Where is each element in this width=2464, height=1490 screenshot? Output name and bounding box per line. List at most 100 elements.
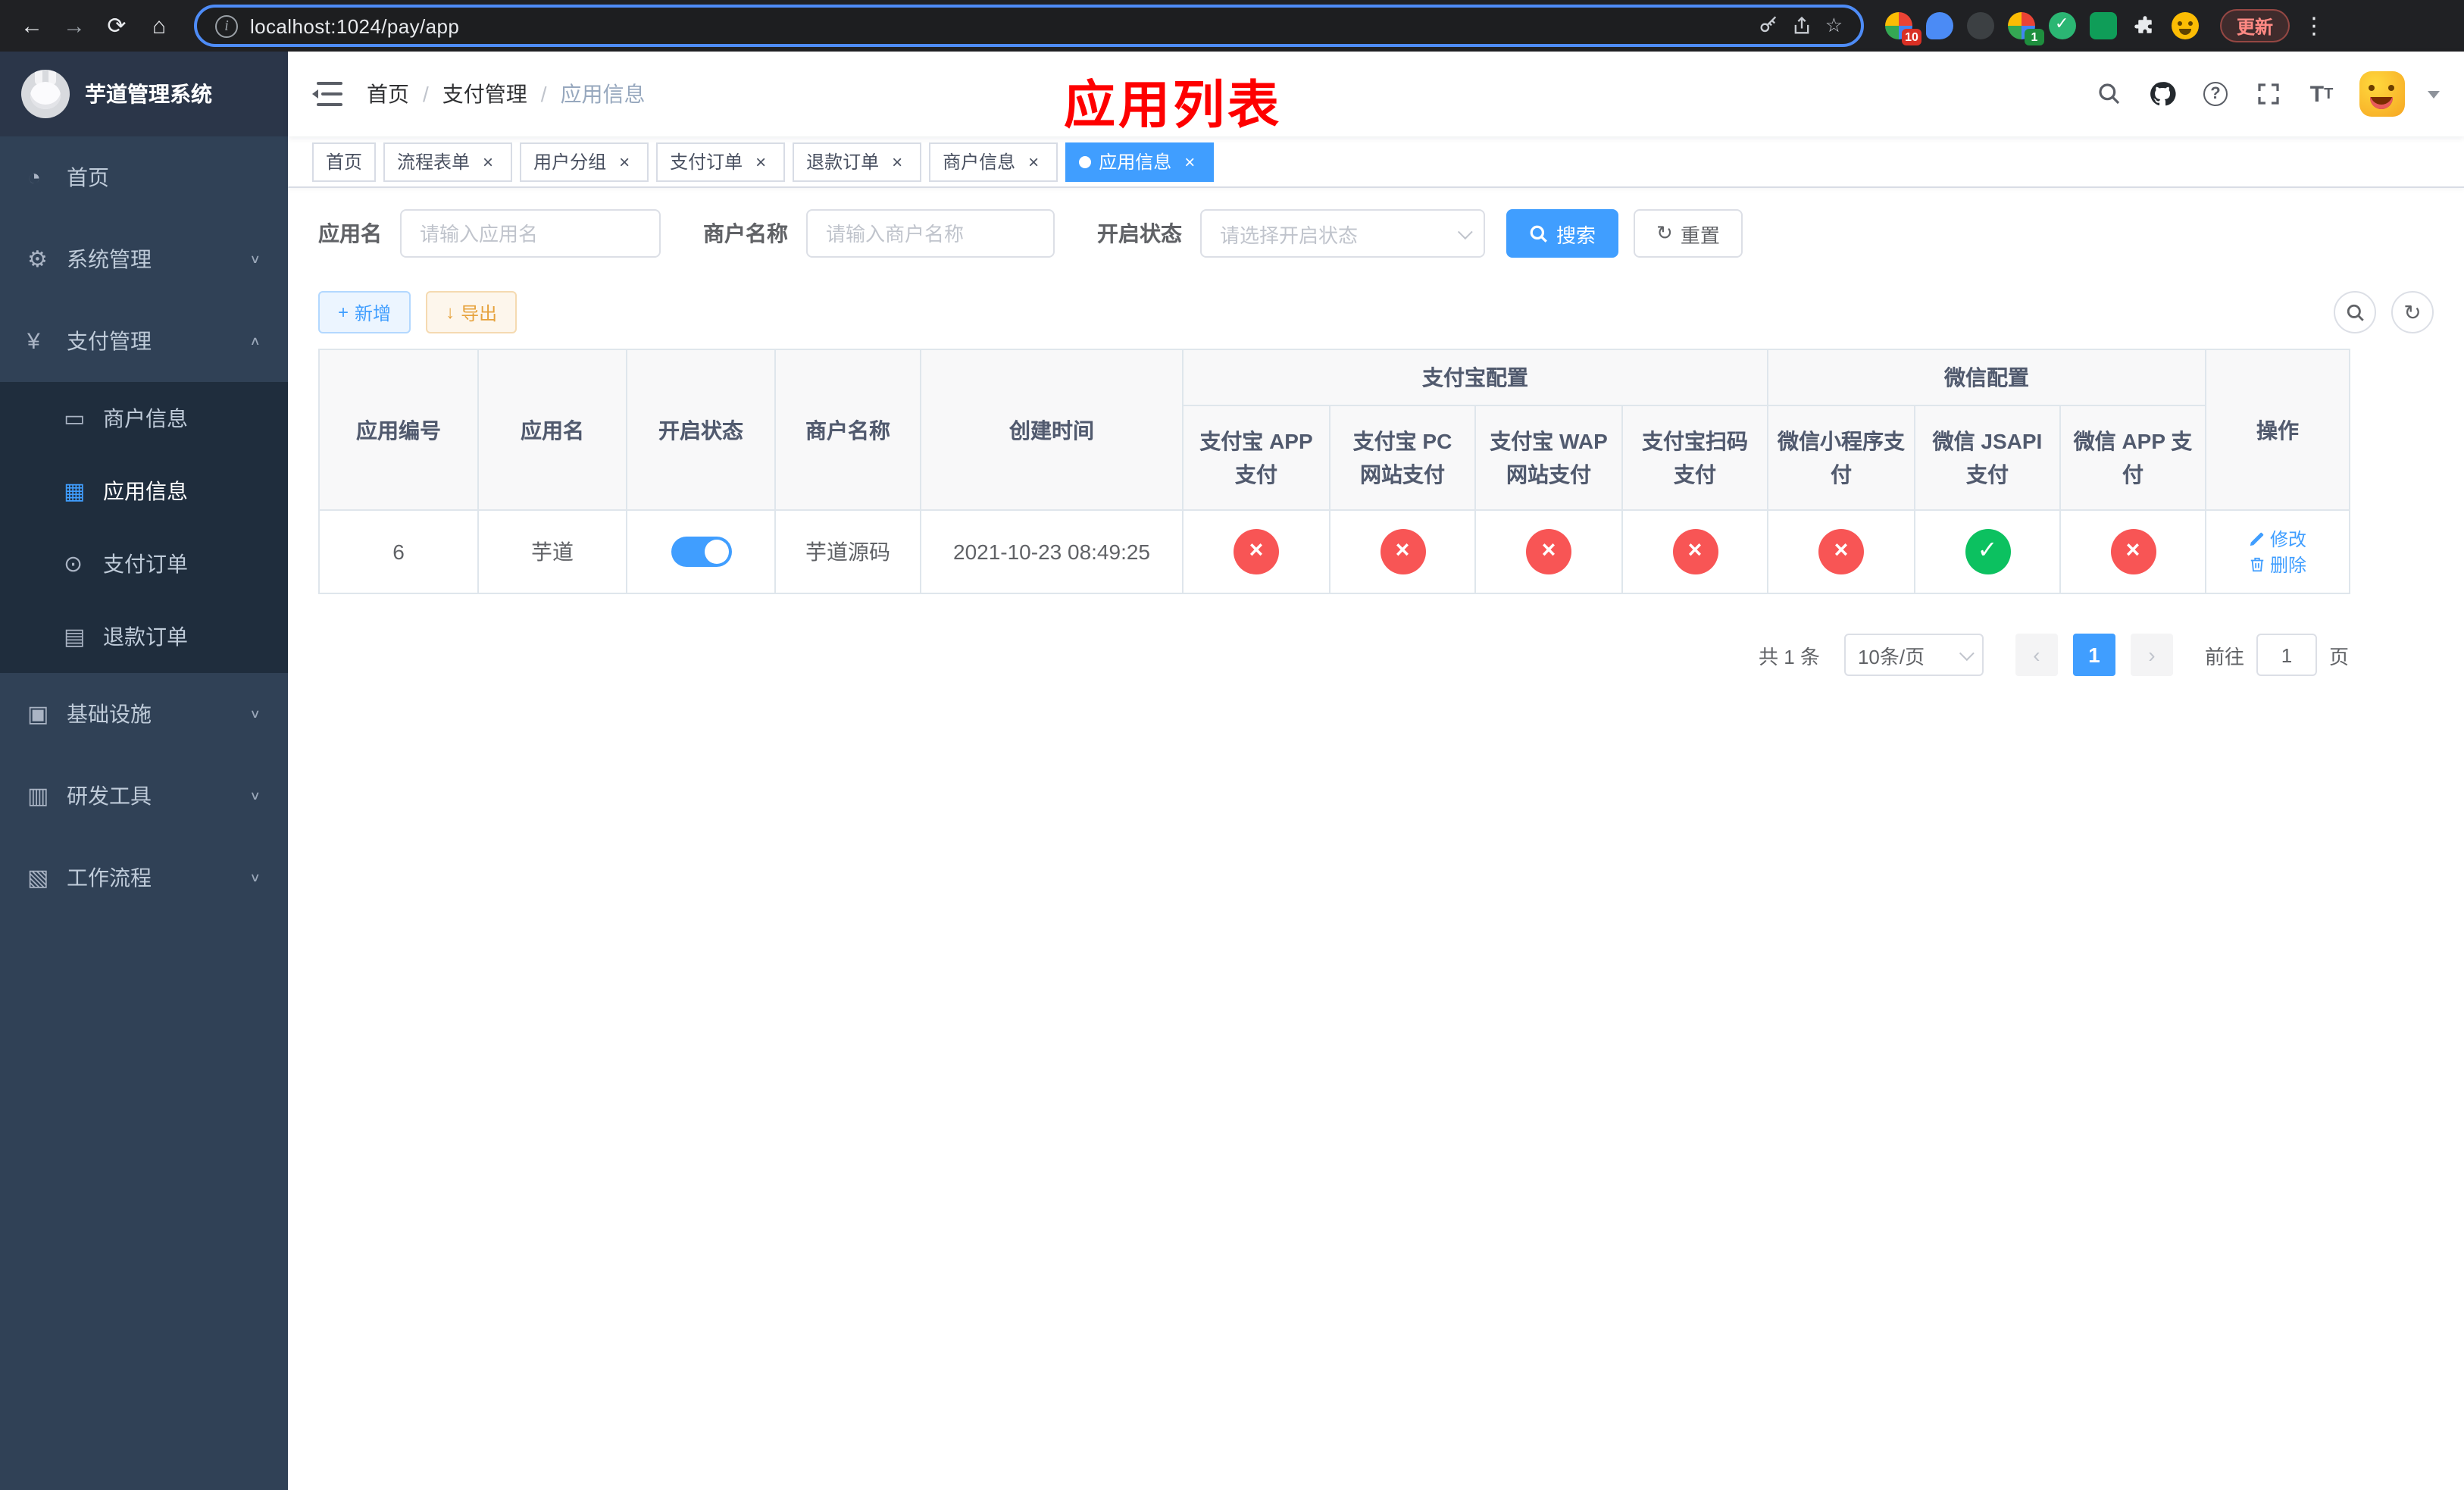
cell-wechat-app: × — [2059, 509, 2206, 594]
extension-icon[interactable]: 1 — [2008, 12, 2044, 45]
avatar-caret-icon[interactable] — [2428, 90, 2440, 98]
alipay-pc-status-icon: × — [1380, 529, 1425, 574]
reset-button[interactable]: ↻ 重置 — [1634, 209, 1743, 258]
cell-alipay-pc: × — [1329, 509, 1476, 594]
extension-icon[interactable] — [1967, 12, 1994, 39]
user-avatar[interactable] — [2359, 71, 2405, 117]
browser-update-button[interactable]: 更新 — [2220, 9, 2290, 42]
address-bar[interactable]: i localhost:1024/pay/app ☆ — [194, 5, 1864, 47]
sidebar-item-workflow[interactable]: ▧ 工作流程 ∨ — [0, 837, 288, 919]
tab-close-icon[interactable]: × — [477, 151, 499, 172]
gear-icon: ⚙ — [27, 247, 48, 273]
sidebar-toggle-icon[interactable] — [312, 82, 342, 106]
tab-app-info[interactable]: 应用信息 × — [1065, 142, 1215, 181]
breadcrumb-separator: / — [423, 82, 429, 106]
wechat-jsapi-status-icon: ✓ — [1965, 529, 2010, 574]
cell-ops: 修改 删除 — [2205, 509, 2350, 594]
extension-icon[interactable] — [2090, 12, 2117, 39]
extension-icon[interactable] — [2049, 12, 2076, 39]
tab-close-icon[interactable]: × — [614, 151, 635, 172]
browser-back-icon[interactable]: ← — [12, 6, 52, 45]
col-ops: 操作 — [2205, 349, 2350, 511]
sidebar-item-home[interactable]: ◔ 首页 — [0, 136, 288, 218]
col-status: 开启状态 — [626, 349, 776, 511]
site-info-icon[interactable]: i — [215, 14, 238, 37]
edit-link-label: 修改 — [2269, 529, 2306, 550]
tab-pay-orders[interactable]: 支付订单 × — [656, 142, 786, 181]
search-button[interactable]: 搜索 — [1506, 209, 1619, 258]
extension-icon[interactable] — [2172, 12, 2199, 39]
next-page-button[interactable]: › — [2130, 634, 2173, 676]
search-button-label: 搜索 — [1556, 224, 1596, 246]
status-select-placeholder: 请选择开启状态 — [1220, 224, 1359, 246]
dashboard-icon: ◔ — [27, 164, 42, 190]
bookmark-star-icon[interactable]: ☆ — [1825, 14, 1843, 38]
tab-label: 首页 — [326, 152, 363, 173]
prev-page-button[interactable]: ‹ — [2015, 634, 2058, 676]
tab-close-icon[interactable]: × — [750, 151, 771, 172]
sidebar-item-dev-tools[interactable]: ▥ 研发工具 ∨ — [0, 755, 288, 837]
browser-forward-icon[interactable]: → — [55, 6, 94, 45]
tab-user-group[interactable]: 用户分组 × — [520, 142, 649, 181]
app-name-label: 应用名 — [318, 221, 382, 246]
tab-close-icon[interactable]: × — [1023, 151, 1044, 172]
refresh-table-button[interactable]: ↻ — [2391, 291, 2434, 333]
url-text[interactable]: localhost:1024/pay/app — [250, 14, 459, 37]
col-merchant: 商户名称 — [774, 349, 921, 511]
page-number-button[interactable]: 1 — [2072, 634, 2115, 676]
font-size-icon[interactable]: TT — [2306, 79, 2337, 109]
cell-created: 2021-10-23 08:49:25 — [920, 509, 1184, 594]
breadcrumb-home[interactable]: 首页 — [367, 79, 409, 109]
sidebar-item-infrastructure[interactable]: ▣ 基础设施 ∨ — [0, 673, 288, 755]
tab-close-icon[interactable]: × — [1179, 151, 1200, 172]
merchant-name-input[interactable] — [806, 209, 1055, 258]
tab-close-icon[interactable]: × — [886, 151, 908, 172]
tab-process-form[interactable]: 流程表单 × — [383, 142, 513, 181]
sidebar-logo[interactable]: 芋道管理系统 — [0, 52, 288, 136]
goto-page-input[interactable] — [2256, 634, 2317, 676]
delete-link[interactable]: 删除 — [2249, 552, 2306, 578]
chevron-down-icon — [1457, 224, 1473, 239]
sidebar-item-payment[interactable]: ¥ 支付管理 ∧ — [0, 300, 288, 382]
sidebar-item-label: 首页 — [67, 165, 109, 189]
cell-app-name: 芋道 — [477, 509, 627, 594]
col-wechat-app: 微信 APP 支付 — [2059, 405, 2206, 511]
help-icon[interactable]: ? — [2200, 79, 2231, 109]
tab-refund-orders[interactable]: 退款订单 × — [793, 142, 922, 181]
tab-home[interactable]: 首页 — [312, 142, 377, 181]
wechat-app-status-icon: × — [2110, 529, 2156, 574]
browser-home-icon[interactable]: ⌂ — [139, 6, 179, 45]
top-navbar: 首页 / 支付管理 / 应用信息 应用列表 ? TT — [288, 52, 2464, 136]
goto-prefix-label: 前往 — [2204, 645, 2244, 668]
extension-badge: 10 — [1902, 29, 1921, 45]
toggle-search-button[interactable] — [2334, 291, 2376, 333]
share-icon[interactable] — [1792, 15, 1813, 36]
chevron-down-icon: ∨ — [249, 707, 261, 721]
extensions-puzzle-icon[interactable] — [2131, 12, 2158, 39]
plus-icon: + — [338, 302, 349, 323]
sidebar-item-system[interactable]: ⚙ 系统管理 ∨ — [0, 218, 288, 300]
sidebar-item-app-info[interactable]: ▦ 应用信息 — [0, 455, 288, 527]
app-name-input[interactable] — [400, 209, 661, 258]
extension-icon[interactable] — [1926, 12, 1953, 39]
password-key-icon[interactable] — [1759, 15, 1780, 36]
browser-reload-icon[interactable]: ⟳ — [97, 6, 136, 45]
extension-icon[interactable]: 10 — [1885, 12, 1921, 45]
chevron-up-icon: ∧ — [249, 334, 261, 348]
search-icon[interactable] — [2094, 79, 2125, 109]
app-title: 芋道管理系统 — [85, 82, 212, 106]
page-size-select[interactable]: 10条/页 — [1843, 634, 1984, 676]
fullscreen-icon[interactable] — [2253, 79, 2284, 109]
status-select[interactable]: 请选择开启状态 — [1200, 209, 1485, 258]
add-button[interactable]: + 新增 — [318, 291, 411, 333]
browser-menu-icon[interactable]: ⋮ — [2299, 6, 2329, 45]
sidebar-item-pay-orders[interactable]: ⊙ 支付订单 — [0, 527, 288, 600]
sidebar-item-merchant-info[interactable]: ▭ 商户信息 — [0, 382, 288, 455]
sidebar-item-label: 退款订单 — [103, 624, 188, 649]
tab-merchant-info[interactable]: 商户信息 × — [929, 142, 1058, 181]
status-switch[interactable] — [671, 537, 731, 567]
export-button[interactable]: ↓ 导出 — [426, 291, 518, 333]
edit-link[interactable]: 修改 — [2249, 526, 2306, 552]
github-icon[interactable] — [2147, 79, 2178, 109]
sidebar-item-refund-orders[interactable]: ▤ 退款订单 — [0, 600, 288, 673]
